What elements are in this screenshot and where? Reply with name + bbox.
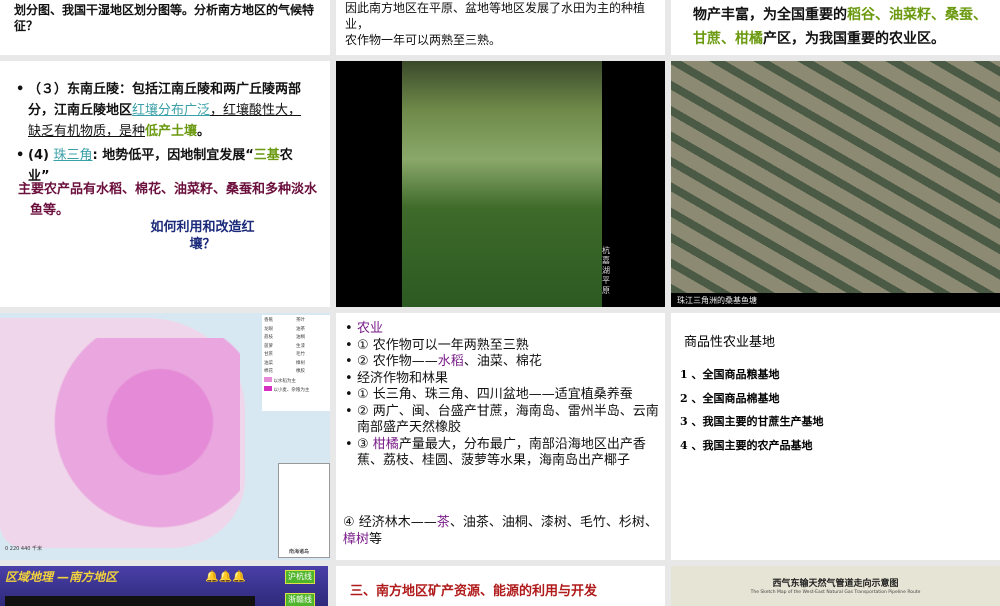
- bullet: ② 两广、闽、台盛产甘蔗，海南岛、雷州半岛、云南南部盛产天然橡胶: [343, 404, 661, 437]
- slide-thumbnail-4[interactable]: （３）东南丘陵：包括江南丘陵和两广丘陵两部分，江南丘陵地区红壤分布广泛，红壤酸性…: [0, 61, 330, 307]
- slide-text: 因此南方地区在平原、盆地等地区发展了水田为主的种植业，: [345, 1, 646, 31]
- bullet: ③ 柑橘产量最大，分布最广，南部沿海地区出产香蕉、荔枝、桂圆、菠萝等水果，海南岛…: [343, 437, 661, 470]
- bullet: ② 农作物——水稻、油菜、棉花: [343, 354, 661, 371]
- slide-title: 三、南方地区矿产资源、能源的利用与开发: [350, 584, 598, 599]
- bell-icons: 🔔🔔🔔: [205, 570, 247, 583]
- bullet: ① 农作物可以一年两熟至三熟: [343, 338, 661, 355]
- bullet: ① 长三角、珠三角、四川盆地——适宜植桑养蚕: [343, 387, 661, 404]
- bullet: （３）东南丘陵：包括江南丘陵和两广丘陵两部分，江南丘陵地区红壤分布广泛，红壤酸性…: [14, 79, 314, 142]
- list-item: 1 、全国商品粮基地: [680, 368, 780, 381]
- slide-subtitle: The Sketch Map of the West-East Natural …: [750, 590, 921, 595]
- slide-text: 物产丰富，为全国重要的稻谷、油菜籽、桑蚕、甘蔗、柑橘产区，为我国重要的农业区。: [693, 7, 987, 47]
- slide-thumbnail-12[interactable]: 西气东输天然气管道走向示意图 The Sketch Map of the Wes…: [671, 566, 1000, 606]
- bullet: ④ 经济林木——茶、油茶、油桐、漆树、毛竹、杉树、樟树等: [343, 515, 658, 547]
- slide-thumbnail-2[interactable]: 因此南方地区在平原、盆地等地区发展了水田为主的种植业， 农作物一年可以两熟至三熟…: [336, 0, 665, 55]
- slide-thumbnail-5[interactable]: 杭嘉湖平原: [336, 61, 665, 307]
- photo-caption: 珠江三角洲的桑基鱼塘: [677, 296, 757, 305]
- products-text: 主要农产品有水稻、棉花、油菜籽、桑蚕和多种淡水鱼等。: [18, 182, 318, 218]
- route-button-1[interactable]: 沪杭线: [285, 570, 315, 584]
- fish-pond-photo: [671, 61, 1000, 293]
- map-area: [5, 596, 255, 606]
- slide-thumbnail-9[interactable]: 商品性农业基地 1 、全国商品粮基地 2 、全国商品棉基地 3 、我国主要的甘蔗…: [671, 313, 1000, 560]
- slide-thumbnail-3[interactable]: 物产丰富，为全国重要的稻谷、油菜籽、桑蚕、甘蔗、柑橘产区，为我国重要的农业区。: [671, 0, 1000, 55]
- slide-text: 农作物一年可以两熟至三熟。: [345, 33, 502, 47]
- slide-thumbnail-7[interactable]: 香蕉 茶叶 龙眼 油茶 荔枝 油桐 菠萝 生漆 甘蔗 毛竹 油菜 樟树 棉花 橡胶 以水稻为主…: [0, 313, 330, 560]
- bullet: 农业: [343, 321, 661, 338]
- rice-region: [40, 338, 240, 548]
- slide-text: 划分图、我国干湿地区划分图等。分析南方地区的气候特征？: [14, 3, 315, 33]
- paddy-village-photo: [402, 61, 602, 307]
- slide-thumbnail-1[interactable]: 划分图、我国干湿地区划分图等。分析南方地区的气候特征？: [0, 0, 330, 55]
- question-text: 如何利用和改造红壤？: [150, 220, 255, 252]
- photo-caption: 杭嘉湖平原: [602, 246, 610, 295]
- south-sea-inset: 南海诸岛: [278, 463, 330, 558]
- list-item: 2 、全国商品棉基地: [680, 391, 780, 405]
- map-legend: 香蕉 茶叶 龙眼 油茶 荔枝 油桐 菠萝 生漆 甘蔗 毛竹 油菜 樟树 棉花 橡胶 以水稻为主…: [262, 315, 330, 411]
- slide-thumbnail-8[interactable]: 农业① 农作物可以一年两熟至三熟② 农作物——水稻、油菜、棉花经济作物和林果① …: [336, 313, 665, 560]
- slide-thumbnail-6[interactable]: 珠江三角洲的桑基鱼塘: [671, 61, 1000, 307]
- slide-title: 西气东输天然气管道走向示意图: [772, 579, 899, 589]
- list-item: 3 、我国主要的甘蔗生产基地: [680, 415, 824, 428]
- slide-title: 商品性农业基地: [684, 335, 776, 350]
- list-item: 4 、我国主要的农产品基地: [680, 438, 813, 452]
- bullet: 经济作物和林果: [343, 371, 661, 388]
- slide-thumbnail-11[interactable]: 三、南方地区矿产资源、能源的利用与开发: [336, 566, 665, 606]
- slide-title: 区域地理 —南方地区: [5, 570, 118, 584]
- map-scale: 0 220 440 千米: [5, 546, 43, 552]
- slide-thumbnail-10[interactable]: 区域地理 —南方地区 🔔🔔🔔 沪杭线 浙赣线: [0, 566, 328, 606]
